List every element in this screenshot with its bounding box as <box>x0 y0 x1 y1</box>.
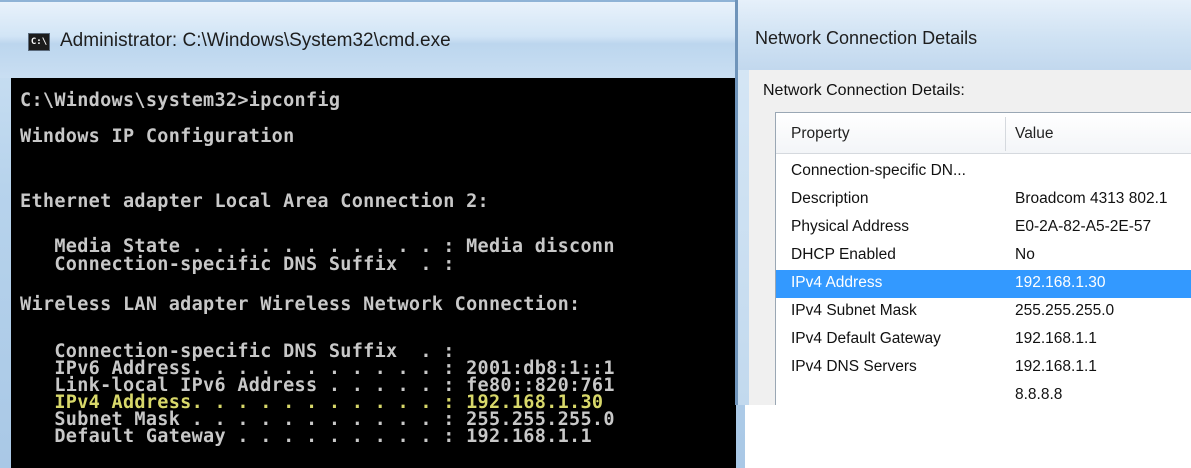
console-line-default-gateway: Default Gateway . . . . . . . . . : 192.… <box>20 426 592 447</box>
details-label: Network Connection Details: <box>763 82 965 99</box>
row-value: No <box>1015 246 1035 263</box>
row-value: 8.8.8.8 <box>1015 386 1063 403</box>
table-row[interactable]: Connection-specific DN... <box>776 158 1191 186</box>
table-row[interactable]: IPv4 Subnet Mask 255.255.255.0 <box>776 298 1191 326</box>
row-property: Connection-specific DN... <box>791 162 966 179</box>
row-property: Physical Address <box>791 218 910 235</box>
console-line-prompt: C:\Windows\system32>ipconfig <box>20 90 341 111</box>
column-header-property[interactable]: Property <box>791 125 850 143</box>
details-listview[interactable]: Property Value Connection-specific DN...… <box>775 112 1191 405</box>
table-row-selected[interactable]: IPv4 Address 192.168.1.30 <box>776 270 1191 298</box>
row-property: IPv4 DNS Servers <box>791 358 917 375</box>
table-row[interactable]: 8.8.8.8 <box>776 382 1191 405</box>
table-row[interactable]: Description Broadcom 4313 802.1 <box>776 186 1191 214</box>
row-property: IPv4 Default Gateway <box>791 330 941 347</box>
cmd-titlebar[interactable]: C:\ Administrator: C:\Windows\System32\c… <box>0 0 745 78</box>
network-details-titlebar[interactable]: Network Connection Details <box>738 0 1191 70</box>
listview-header: Property Value <box>776 113 1191 154</box>
cmd-window: C:\ Administrator: C:\Windows\System32\c… <box>0 0 745 468</box>
row-value: E0-2A-82-A5-2E-57 <box>1015 218 1152 235</box>
row-property: IPv4 Address <box>791 274 883 291</box>
table-row[interactable]: IPv4 Default Gateway 192.168.1.1 <box>776 326 1191 354</box>
table-row[interactable]: IPv4 DNS Servers 192.168.1.1 <box>776 354 1191 382</box>
row-value: Broadcom 4313 802.1 <box>1015 190 1168 207</box>
console-line-header: Windows IP Configuration <box>20 126 295 147</box>
console-line-eth-dns-suffix: Connection-specific DNS Suffix . : <box>20 254 455 275</box>
row-value: 192.168.1.1 <box>1015 358 1097 375</box>
network-details-window: Network Connection Details Network Conne… <box>735 0 1191 405</box>
row-property: Description <box>791 190 869 207</box>
cmd-console-output[interactable]: C:\Windows\system32>ipconfig Windows IP … <box>11 78 736 468</box>
row-value: 192.168.1.1 <box>1015 330 1097 347</box>
row-value: 255.255.255.0 <box>1015 302 1115 319</box>
table-row[interactable]: DHCP Enabled No <box>776 242 1191 270</box>
row-property: DHCP Enabled <box>791 246 896 263</box>
row-value: 192.168.1.30 <box>1015 274 1106 291</box>
network-details-title: Network Connection Details <box>755 28 978 48</box>
cmd-window-title: Administrator: C:\Windows\System32\cmd.e… <box>60 30 451 51</box>
console-line-ethernet-adapter: Ethernet adapter Local Area Connection 2… <box>20 191 489 212</box>
console-line-wireless-adapter: Wireless LAN adapter Wireless Network Co… <box>20 294 581 315</box>
column-header-value[interactable]: Value <box>1015 125 1054 143</box>
network-details-body: Network Connection Details: Property Val… <box>749 70 1191 405</box>
table-row[interactable]: Physical Address E0-2A-82-A5-2E-57 <box>776 214 1191 242</box>
column-divider[interactable] <box>1005 117 1006 151</box>
cmd-console-icon: C:\ <box>28 33 50 51</box>
row-property: IPv4 Subnet Mask <box>791 302 917 319</box>
